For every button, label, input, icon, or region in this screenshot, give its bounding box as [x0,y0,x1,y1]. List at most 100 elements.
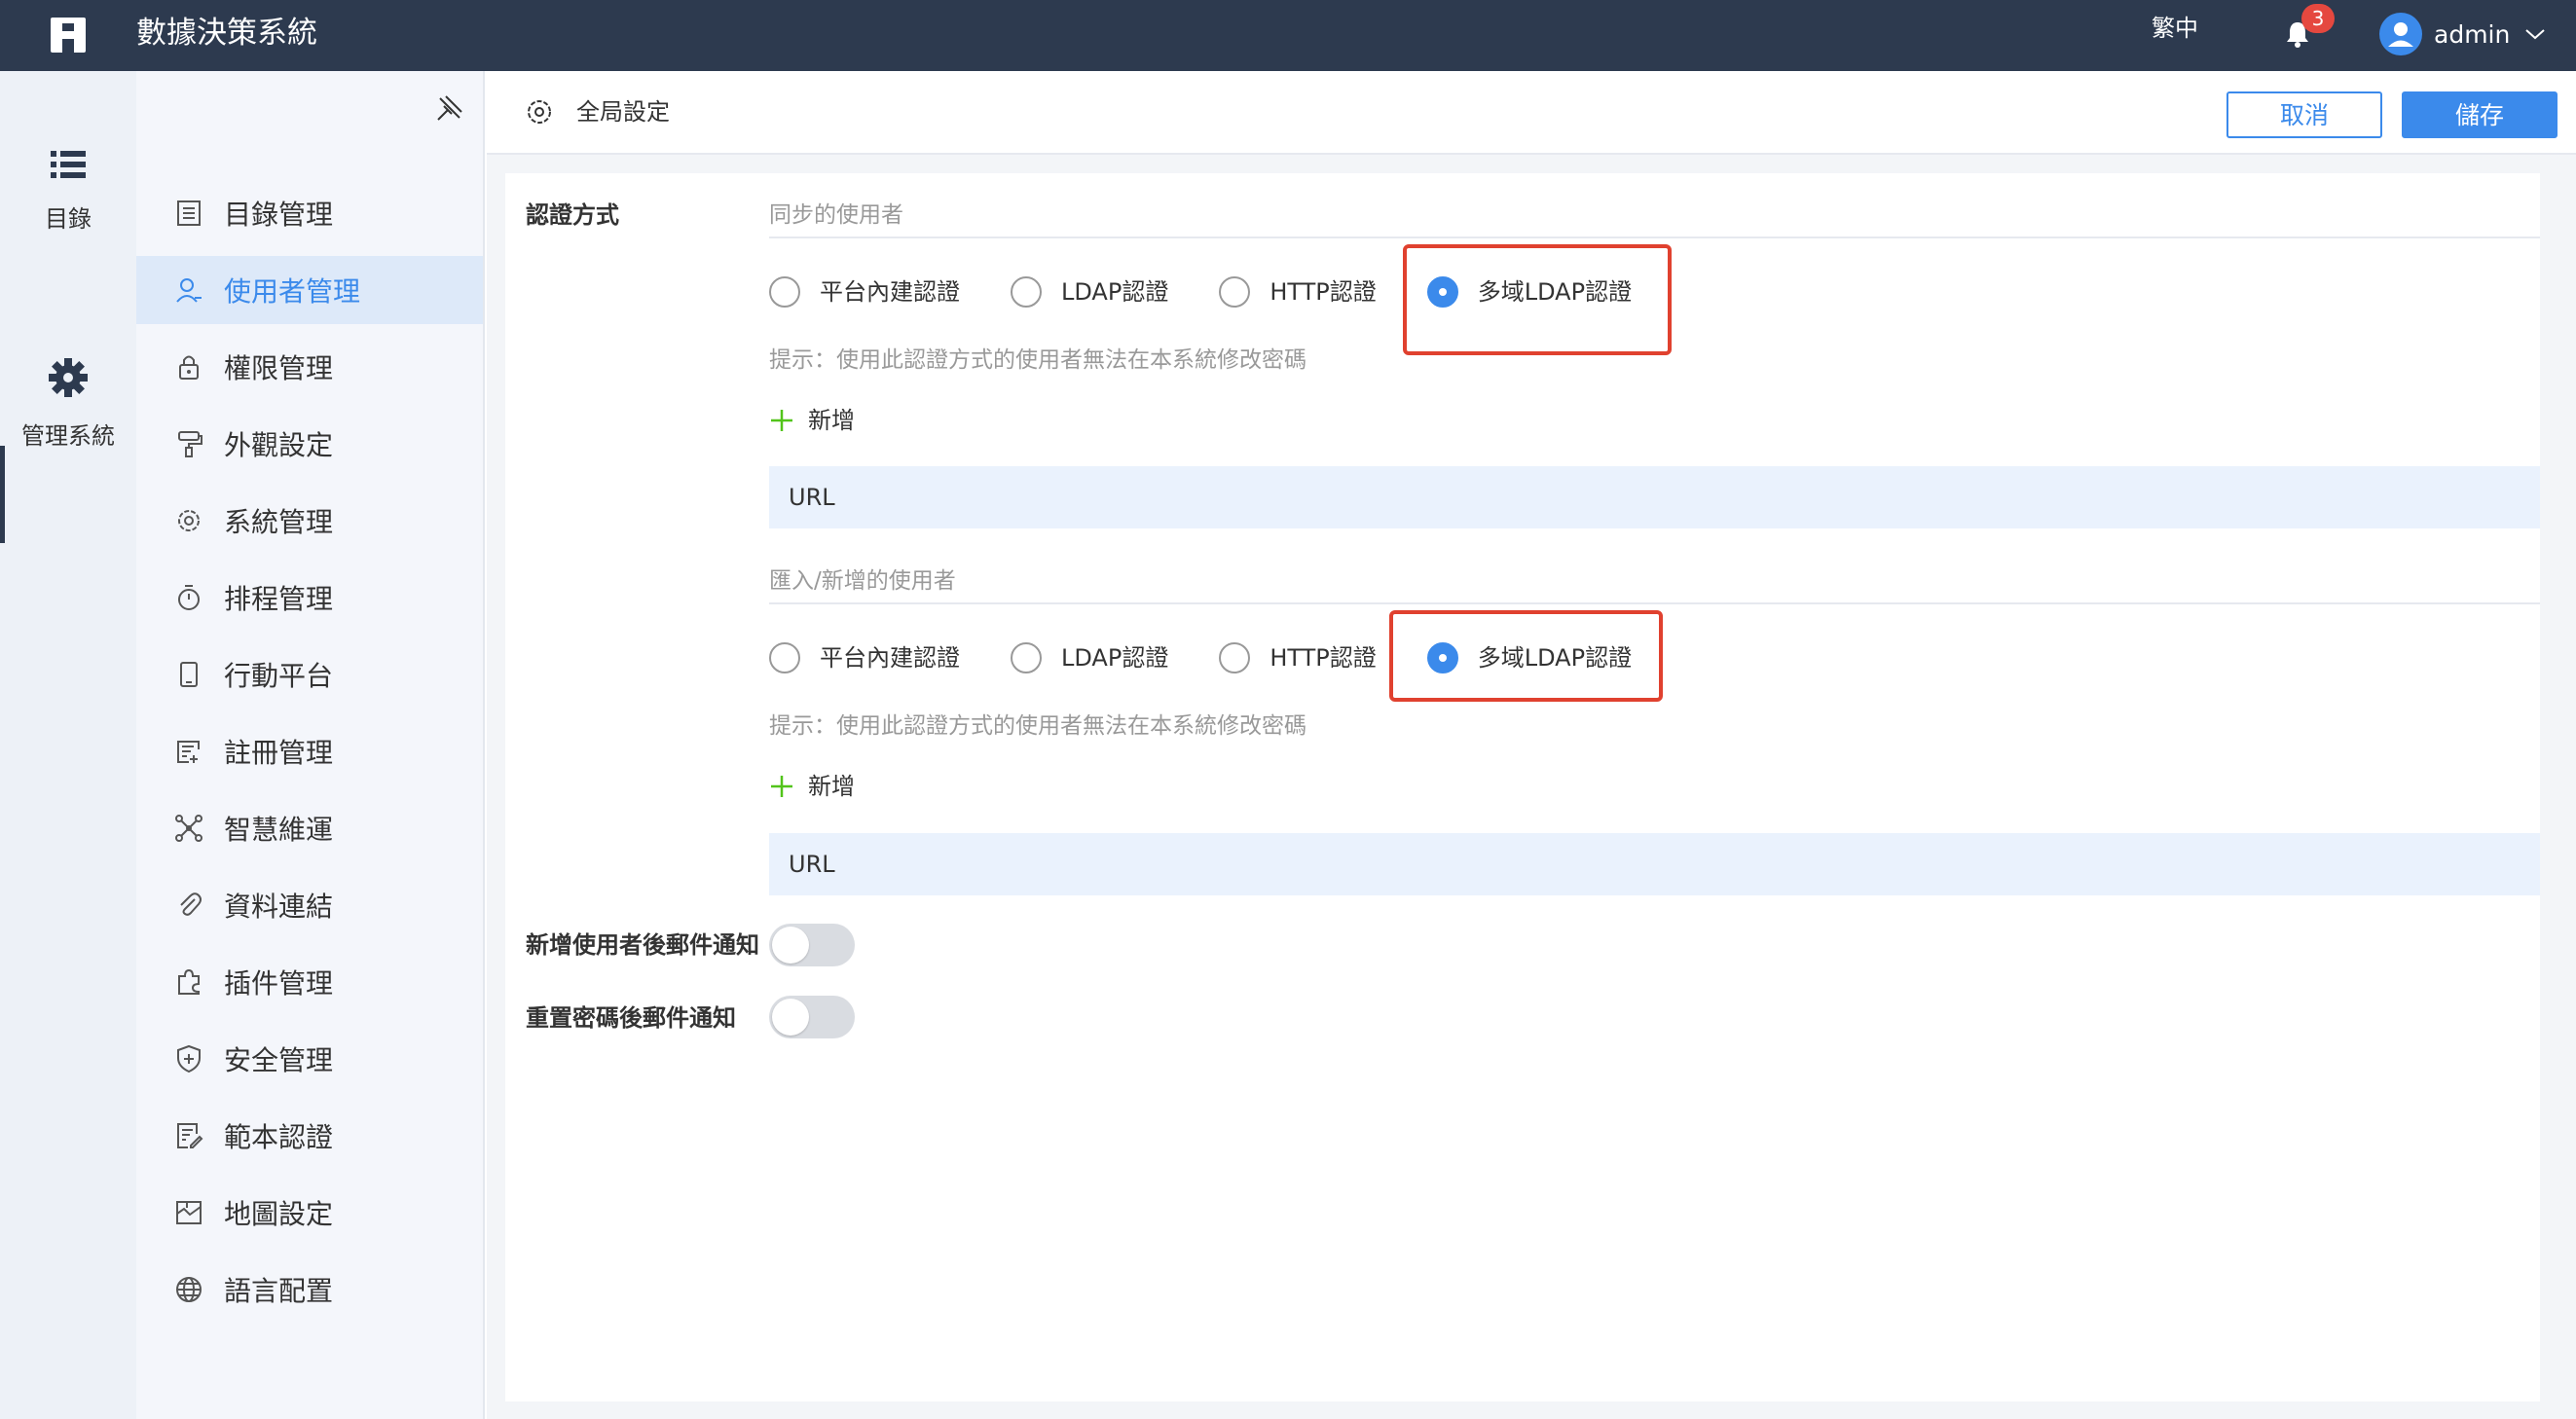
language-switcher[interactable]: 繁中 [2152,12,2198,45]
nav-item-register[interactable]: 註冊管理 [136,717,483,785]
toggle-knob [772,927,809,964]
user-icon [176,278,202,303]
save-button[interactable]: 儲存 [2402,91,2558,138]
nav-item-label: 地圖設定 [224,1198,334,1230]
radio-sync-ldap[interactable]: LDAP認證 [1011,276,1168,308]
sync-add-button[interactable]: 新增 [769,405,855,436]
import-hint: 提示：使用此認證方式的使用者無法在本系統修改密碼 [769,713,1306,739]
catalog-icon [177,200,201,226]
register-icon [177,741,200,763]
username: admin [2434,19,2511,49]
lock-icon [179,355,199,380]
cancel-button[interactable]: 取消 [2226,91,2382,138]
radio-sync-builtin[interactable]: 平台內建認證 [769,276,960,308]
radio-label: LDAP認證 [1061,278,1169,306]
user-avatar-icon [2388,22,2413,47]
map-icon [176,1201,202,1224]
radio-import-builtin[interactable]: 平台內建認證 [769,642,960,673]
radio-label: LDAP認證 [1061,644,1169,672]
highlight-box [1403,244,1672,355]
plus-icon [771,776,792,797]
list-icon [51,151,86,178]
paperclip-icon [180,892,202,916]
radio-import-ldap[interactable]: LDAP認證 [1011,642,1168,673]
radio-label: 平台內建認證 [820,278,960,306]
nav-item-label: 插件管理 [224,967,334,1000]
nav-item-label: 智慧維運 [224,814,334,846]
radio-sync-http[interactable]: HTTP認證 [1219,276,1377,308]
import-group-title: 匯入/新增的使用者 [769,568,956,594]
rail-item-label: 目錄 [45,205,92,233]
user-menu[interactable]: admin [2379,13,2547,55]
add-label: 新增 [808,407,855,434]
nav-item-smart-ops[interactable]: 智慧維運 [136,794,483,862]
nav-item-data-connection[interactable]: 資料連結 [136,871,483,939]
paint-roller-icon [178,431,202,457]
nav-item-language[interactable]: 語言配置 [136,1255,483,1324]
network-icon [175,815,202,842]
import-add-button[interactable]: 新增 [769,771,855,802]
radio-label: 平台內建認證 [820,644,960,672]
nav-item-security[interactable]: 安全管理 [136,1025,483,1093]
settings-icon [528,100,551,124]
secondary-nav: 目錄管理 使用者管理 權限管理 外觀設定 系統管理 排程管理 行動平台 註冊管理… [136,71,485,1419]
radio-import-http[interactable]: HTTP認證 [1219,642,1377,673]
gear-icon [49,358,88,397]
plus-icon [771,410,792,431]
page-title: 全局設定 [576,98,670,126]
nav-item-label: 權限管理 [224,352,334,384]
rail-item-admin[interactable]: 管理系統 [0,356,136,451]
logo-icon [51,18,86,53]
nav-item-template-auth[interactable]: 範本認證 [136,1102,483,1170]
nav-item-permissions[interactable]: 權限管理 [136,333,483,401]
new-user-email-toggle[interactable] [769,924,855,966]
radio-label: HTTP認證 [1270,644,1377,672]
sync-hint: 提示：使用此認證方式的使用者無法在本系統修改密碼 [769,347,1306,373]
nav-item-schedule[interactable]: 排程管理 [136,564,483,632]
content-header: 全局設定 取消 儲存 [487,71,2576,155]
nav-item-label: 系統管理 [224,506,334,538]
radio-circle[interactable] [1011,276,1042,308]
nav-item-map[interactable]: 地圖設定 [136,1179,483,1247]
avatar [2379,13,2422,55]
nav-item-plugins[interactable]: 插件管理 [136,948,483,1016]
import-url-header: URL [769,833,2540,895]
nav-item-mobile[interactable]: 行動平台 [136,640,483,709]
reset-password-email-toggle[interactable] [769,996,855,1038]
rail-item-label: 管理系統 [21,422,115,450]
nav-item-label: 外觀設定 [224,429,334,461]
unpin-icon[interactable] [434,92,465,124]
divider [769,236,2540,238]
app-title: 數據決策系統 [136,16,317,51]
nav-item-appearance[interactable]: 外觀設定 [136,410,483,478]
globe-icon [176,1277,202,1302]
radio-circle[interactable] [1219,642,1251,673]
shield-icon [177,1044,201,1073]
tablet-icon [180,662,198,687]
radio-circle[interactable] [1011,642,1042,673]
nav-item-system[interactable]: 系統管理 [136,487,483,555]
puzzle-icon [178,968,200,995]
nav-item-label: 安全管理 [224,1044,334,1076]
radio-circle[interactable] [1219,276,1251,308]
rail-item-catalog[interactable]: 目錄 [0,147,136,234]
nav-item-label: 語言配置 [224,1275,334,1307]
radio-circle[interactable] [769,642,800,673]
add-label: 新增 [808,773,855,800]
radio-circle[interactable] [769,276,800,308]
nav-item-user-management[interactable]: 使用者管理 [136,256,483,324]
sync-group-title: 同步的使用者 [769,202,903,228]
nav-item-label: 目錄管理 [224,199,334,231]
nav-item-label: 使用者管理 [224,275,361,308]
nav-item-label: 範本認證 [224,1121,334,1153]
highlight-box [1389,610,1663,702]
nav-item-label: 排程管理 [224,583,334,615]
sync-url-header: URL [769,466,2540,528]
notification-badge: 3 [2301,4,2335,33]
template-icon [177,1123,203,1148]
chevron-down-icon [2525,29,2546,40]
divider [769,602,2540,604]
nav-item-catalog[interactable]: 目錄管理 [136,179,483,247]
new-user-email-label: 新增使用者後郵件通知 [526,931,759,959]
nav-item-label: 行動平台 [224,660,334,692]
